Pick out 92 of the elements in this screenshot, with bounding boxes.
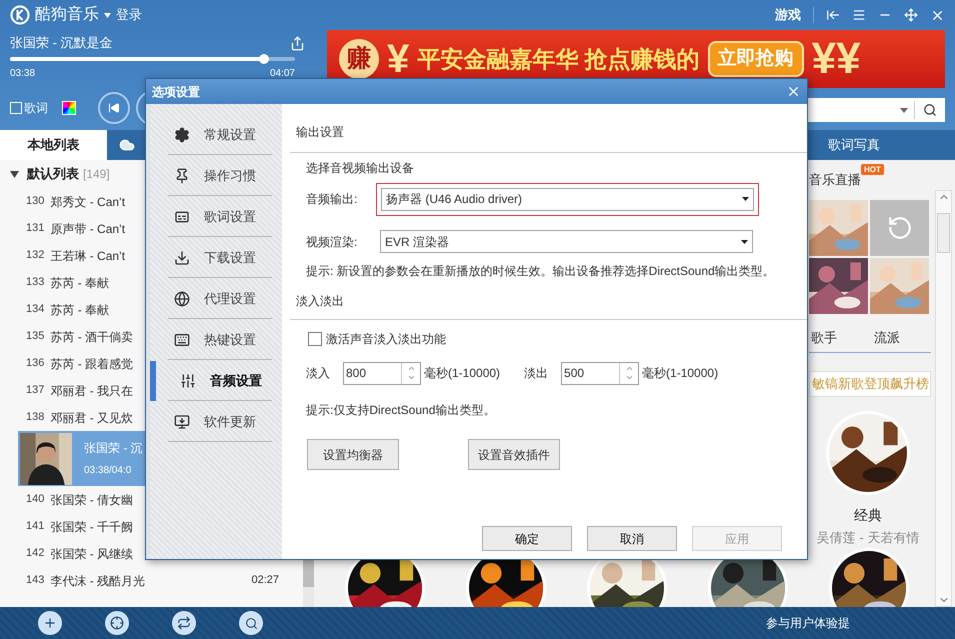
scrollbar[interactable] [935,190,952,607]
logo-icon [10,5,30,25]
nav-item[interactable]: 歌词设置 [150,196,282,236]
fade-label: 淡出 [524,365,550,382]
refresh-icon [886,215,912,241]
field-label: 视频渲染: [306,234,358,250]
song-progress: 03:38/04:0 [84,464,132,478]
globe-icon [174,290,190,306]
pin-icon [174,168,190,184]
search-button[interactable] [239,611,263,635]
color-icon[interactable] [62,101,76,115]
unit-label: 毫秒(1-10000) [642,365,718,382]
field-label: 音频输出: [306,191,358,208]
crosshair-icon [110,616,124,630]
video-render-select[interactable]: EVR 渲染器 [380,230,753,253]
dropdown-caret-icon [742,197,749,201]
search-icon [244,616,258,630]
share-icon[interactable] [290,36,305,50]
keyboard-icon [174,332,190,348]
nav-item[interactable]: 下载设置 [150,238,282,278]
nav-item[interactable]: 常规设置 [150,114,282,154]
nav-item[interactable]: 热键设置 [150,320,282,360]
cloud-icon [117,137,137,153]
scrollbar-thumb[interactable] [937,213,950,253]
dialog-button[interactable]: 取消 [587,526,677,551]
download-icon [174,250,190,266]
playlist-tab[interactable]: 本地列表 [0,130,107,160]
previous-button[interactable] [98,92,130,124]
monitor-download-icon [174,414,190,430]
ad-symbol: ¥¥ [812,37,861,81]
live-label[interactable]: 音乐直播 [809,170,861,190]
progress-thumb[interactable] [258,54,269,64]
dropdown-caret-icon [741,240,748,244]
previous-icon [108,102,120,114]
section-subtitle: 选择音视频输出设备 [306,160,415,176]
ad-symbol: ¥ [387,39,410,79]
refresh-tile[interactable] [870,200,929,256]
unit-label: 毫秒(1-10000) [424,365,500,382]
fade-checkbox[interactable] [308,332,322,346]
playlist-count: [149] [83,166,110,183]
number-field[interactable]: 500 [561,362,640,384]
add-button[interactable] [38,611,62,635]
gear-icon [174,126,190,142]
lyrics-checkbox[interactable] [10,102,22,114]
section-title: 输出设置 [296,124,345,140]
sliders-icon [180,372,196,388]
dialog-title: 选项设置 [152,84,200,100]
nav-item[interactable]: 操作习惯 [150,156,282,196]
playlist-name: 默认列表 [27,165,79,184]
song-row[interactable]: 143 李代沫 - 残酷月光 02:27 [0,567,303,594]
number-field[interactable]: 800 [343,362,421,384]
total-time: 04:07 [270,66,295,80]
dropdown-caret-icon[interactable] [900,108,908,112]
hot-badge: HOT [861,164,884,175]
move-icon[interactable] [904,8,918,22]
games-link[interactable]: 游戏 [775,5,801,25]
close-icon[interactable] [786,84,801,99]
ad-text: 平安金融嘉年华 抢点赚钱的 [417,44,700,74]
settings-button[interactable]: 设置均衡器 [307,439,399,470]
feedback-link[interactable]: 参与用户体验提 [766,614,850,632]
section-title: 淡入淡出 [296,293,345,309]
hint-text: 提示: 新设置的参数会在重新播放的时候生效。输出设备推荐选择DirectSound输出类型。 [306,263,776,279]
featured-subtitle: 吴倩莲 - 天若有情 [816,529,920,547]
category-tab[interactable]: 流派 [872,328,935,348]
menu-icon[interactable] [852,8,866,22]
elapsed-time: 03:38 [10,66,36,80]
ad-badge: 赚 [339,39,379,79]
app-title: 酷狗音乐 [35,4,99,25]
hint-text: 提示:仅支持DirectSound输出类型。 [306,402,496,418]
song-title: 张国荣 - 沉默是金 [10,34,113,52]
login-link[interactable]: 登录 [116,5,142,25]
mini-mode-icon[interactable] [826,8,840,22]
captions-icon [174,208,190,224]
fade-label: 淡入 [306,365,331,382]
loop-button[interactable] [172,611,196,635]
lyrics-photo-tab[interactable]: 歌词写真 [809,130,899,160]
audio-output-select[interactable]: 扬声器 (U46 Audio driver) [381,188,754,210]
nav-item[interactable]: 代理设置 [150,278,282,318]
checkbox-label: 激活声音淡入淡出功能 [326,331,446,348]
search-icon[interactable] [923,103,937,117]
expand-caret-icon[interactable] [10,170,19,178]
caret-icon[interactable] [104,12,111,18]
song-title: 张国荣 - 沉 [84,440,143,457]
category-tab[interactable]: 歌手 [809,328,872,348]
repeat-icon [177,616,191,630]
lyrics-label: 歌词 [24,100,48,117]
add-icon [43,616,57,630]
locate-button[interactable] [105,611,129,635]
dialog-button[interactable]: 确定 [482,526,572,551]
featured-title: 经典 [854,506,882,525]
settings-button[interactable]: 设置音效插件 [468,439,560,470]
nav-item[interactable]: 软件更新 [150,402,282,442]
